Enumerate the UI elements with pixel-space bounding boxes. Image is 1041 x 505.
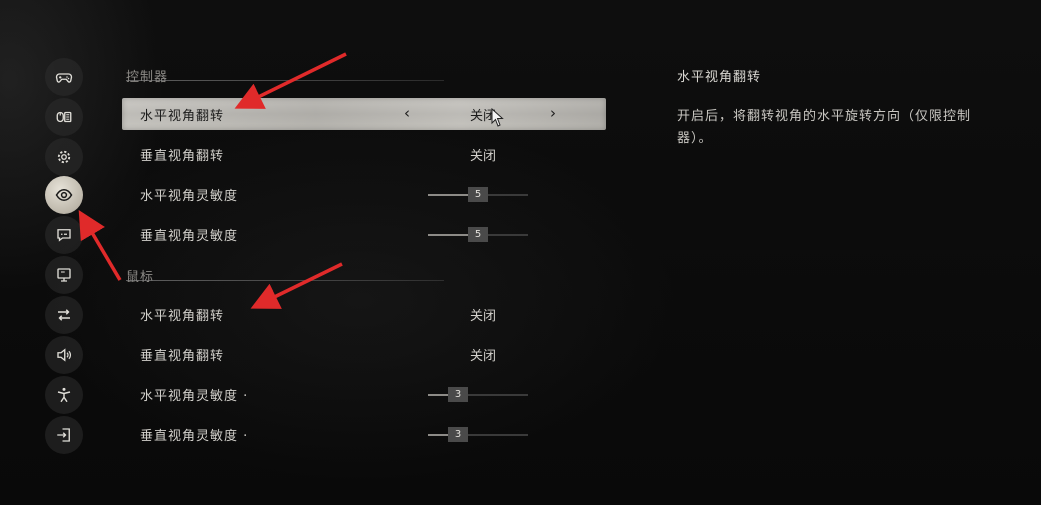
section-header-controller: 控制器: [126, 70, 169, 85]
setting-label: 水平视角灵敏度: [140, 189, 239, 204]
setting-label: 水平视角翻转: [140, 309, 225, 324]
section-divider: [126, 280, 444, 281]
exit-icon: [57, 428, 70, 442]
nav-keybindings[interactable]: [45, 296, 83, 334]
slider-value[interactable]: 3: [448, 427, 468, 442]
annotation-arrow: [234, 52, 347, 109]
nav-display[interactable]: [45, 256, 83, 294]
setting-value: 关闭: [470, 149, 497, 164]
sensitivity-slider[interactable]: [428, 434, 528, 436]
setting-label: 垂直视角灵敏度: [140, 229, 239, 244]
nav-controller[interactable]: [45, 58, 83, 96]
nav-keyboard-mouse[interactable]: [45, 98, 83, 136]
slider-value[interactable]: 5: [468, 227, 488, 242]
subtitle-icon: [57, 229, 71, 242]
nav-camera[interactable]: [45, 176, 83, 214]
setting-row-mouse-vertical-sensitivity[interactable]: 垂直视角灵敏度 · 3: [122, 418, 606, 450]
keyboard-mouse-icon: [56, 111, 72, 123]
slider-value[interactable]: 3: [448, 387, 468, 402]
settings-screen: 控制器 水平视角翻转 ‹ 关闭 › 垂直视角翻转 关闭 水平视角灵敏度 5 垂直…: [0, 0, 1041, 505]
description-title: 水平视角翻转: [677, 70, 762, 85]
setting-label: 水平视角翻转: [140, 109, 225, 124]
setting-row-controller-horizontal-sensitivity[interactable]: 水平视角灵敏度 5: [122, 178, 606, 210]
slider-value[interactable]: 5: [468, 187, 488, 202]
nav-accessibility[interactable]: [45, 376, 83, 414]
option-prev-arrow[interactable]: ‹: [404, 104, 410, 122]
speaker-icon: [57, 348, 71, 362]
gear-icon: [57, 150, 71, 164]
setting-label: 水平视角灵敏度 ·: [140, 389, 249, 404]
section-divider: [126, 80, 444, 81]
accessibility-icon: [57, 387, 71, 403]
setting-row-mouse-horizontal-invert[interactable]: 水平视角翻转 关闭: [122, 298, 606, 330]
option-next-arrow[interactable]: ›: [550, 104, 556, 122]
nav-subtitles[interactable]: [45, 216, 83, 254]
swap-arrows-icon: [58, 309, 70, 321]
section-header-mouse: 鼠标: [126, 270, 155, 285]
setting-row-controller-vertical-sensitivity[interactable]: 垂直视角灵敏度 5: [122, 218, 606, 250]
setting-label: 垂直视角翻转: [140, 349, 225, 364]
setting-row-mouse-vertical-invert[interactable]: 垂直视角翻转 关闭: [122, 338, 606, 370]
description-text: 开启后，将翻转视角的水平旋转方向（仅限控制器）。: [677, 109, 972, 146]
setting-label: 垂直视角翻转: [140, 149, 225, 164]
nav-general[interactable]: [45, 138, 83, 176]
setting-row-controller-horizontal-invert[interactable]: 水平视角翻转 ‹ 关闭 ›: [122, 98, 606, 130]
nav-exit[interactable]: [45, 416, 83, 454]
setting-value: 关闭: [470, 349, 497, 364]
nav-audio[interactable]: [45, 336, 83, 374]
setting-label: 垂直视角灵敏度 ·: [140, 429, 249, 444]
annotation-arrow: [78, 209, 122, 281]
setting-value: 关闭: [470, 309, 497, 324]
monitor-icon: [57, 268, 71, 282]
mouse-cursor-icon: [491, 108, 504, 127]
setting-row-controller-vertical-invert[interactable]: 垂直视角翻转 关闭: [122, 138, 606, 170]
gamepad-icon: [55, 73, 73, 83]
eye-icon: [55, 188, 73, 202]
setting-row-mouse-horizontal-sensitivity[interactable]: 水平视角灵敏度 · 3: [122, 378, 606, 410]
sensitivity-slider[interactable]: [428, 394, 528, 396]
